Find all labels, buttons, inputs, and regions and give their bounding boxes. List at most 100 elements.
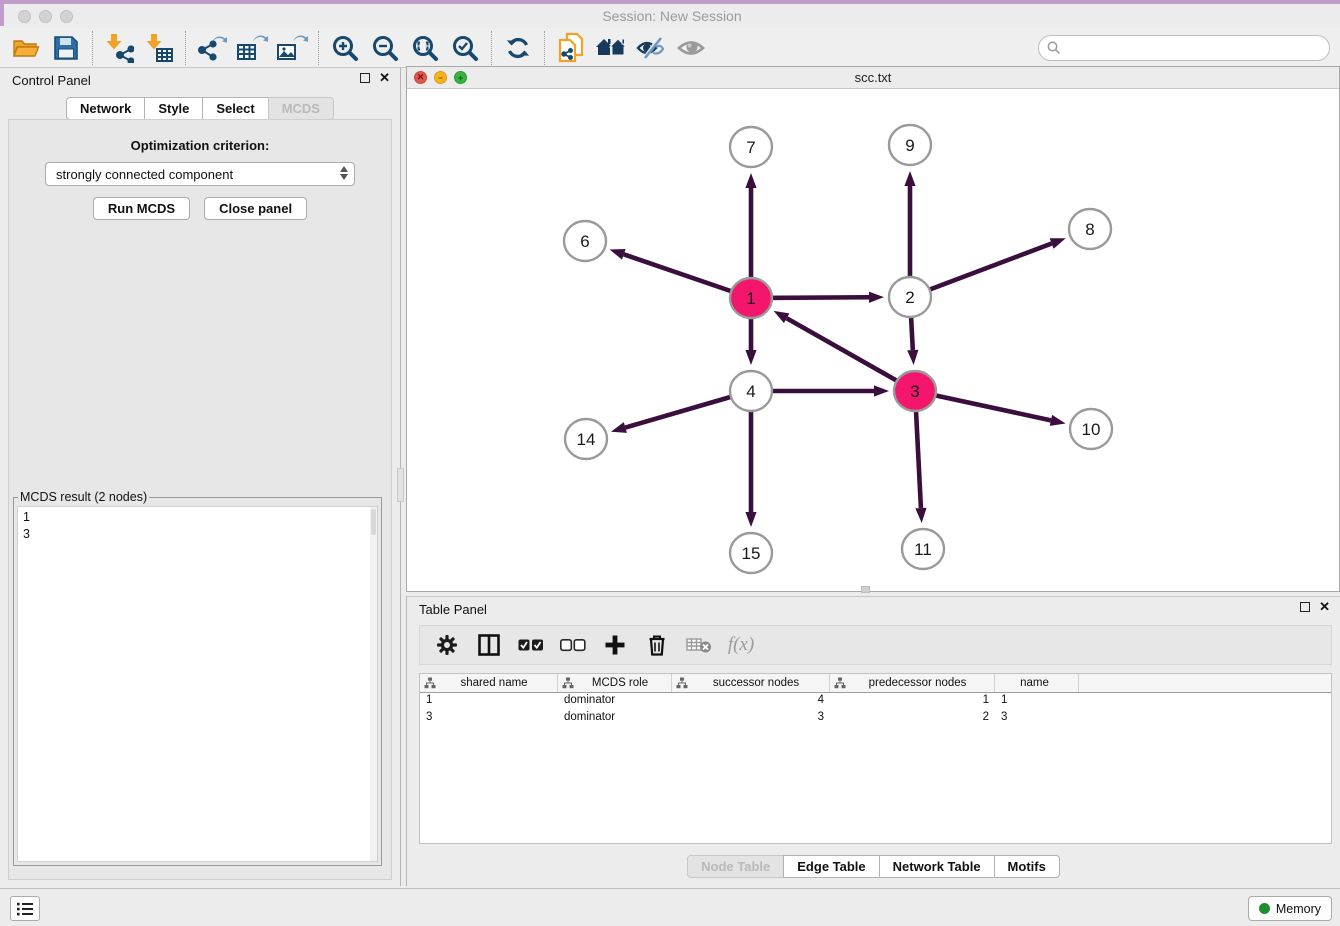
hide-details-button[interactable] [631, 30, 671, 66]
graph-node-14[interactable]: 14 [565, 419, 607, 459]
table-cell[interactable]: 1 [830, 693, 995, 710]
control-panel-title: Control Panel [12, 73, 91, 88]
mcds-result-scrollbar[interactable] [370, 507, 377, 861]
graph-node-1[interactable]: 1 [730, 278, 772, 318]
vertical-splitter-grip[interactable] [397, 468, 404, 502]
tab-network-table[interactable]: Network Table [879, 855, 995, 878]
dropdown-value: strongly connected component [56, 167, 233, 182]
optimization-criterion-select[interactable]: strongly connected component [45, 162, 355, 186]
table-cell[interactable]: 1 [995, 693, 1079, 710]
tab-edge-table[interactable]: Edge Table [783, 855, 879, 878]
toolbar-separator [185, 31, 186, 65]
network-graph: 7 9 6 8 1 2 4 3 14 10 15 11 [407, 89, 1339, 591]
toolbar-separator [318, 31, 319, 65]
edge-arrowhead [904, 171, 915, 186]
titlebar: Session: New Session [4, 4, 1340, 28]
close-panel-icon[interactable]: ✕ [379, 73, 390, 83]
split-view-button[interactable] [470, 628, 508, 662]
graph-node-3[interactable]: 3 [894, 371, 936, 411]
graph-node-7[interactable]: 7 [730, 127, 772, 167]
table-cell[interactable]: dominator [558, 693, 672, 710]
run-mcds-button[interactable]: Run MCDS [93, 197, 190, 220]
apply-layout-button[interactable] [498, 30, 538, 66]
zoom-fit-button[interactable] [405, 30, 445, 66]
show-details-button[interactable] [671, 30, 711, 66]
add-column-button[interactable] [596, 628, 634, 662]
edge-3-1[interactable] [787, 318, 915, 391]
graph-node-6[interactable]: 6 [564, 221, 606, 261]
tab-select[interactable]: Select [202, 97, 268, 120]
table-row[interactable]: 3dominator323 [420, 710, 1331, 727]
export-image-button[interactable] [272, 30, 312, 66]
mcds-result-box[interactable]: 1 3 [17, 506, 378, 862]
column-header-name[interactable]: name [995, 674, 1079, 692]
table-row[interactable]: 1dominator411 [420, 693, 1331, 710]
graph-node-2[interactable]: 2 [889, 277, 931, 317]
export-network-button[interactable] [192, 30, 232, 66]
deselect-all-button[interactable] [554, 628, 592, 662]
memory-status-icon [1259, 903, 1270, 914]
tab-mcds[interactable]: MCDS [268, 97, 334, 120]
tab-motifs[interactable]: Motifs [994, 855, 1060, 878]
graph-node-10[interactable]: 10 [1070, 409, 1112, 449]
zoom-in-icon [331, 34, 359, 62]
column-settings-button[interactable] [428, 628, 466, 662]
import-network-button[interactable] [99, 30, 139, 66]
first-neighbors-button[interactable] [591, 30, 631, 66]
table-cell[interactable]: 3 [420, 710, 558, 727]
show-panels-button[interactable] [10, 896, 40, 921]
clone-network-button[interactable] [551, 30, 591, 66]
network-canvas[interactable]: 7 9 6 8 1 2 4 3 14 10 15 11 [407, 89, 1339, 591]
table-panel-header: Table Panel ✕ [407, 597, 1340, 621]
table-cell[interactable]: 1 [420, 693, 558, 710]
table-cell[interactable]: 3 [672, 710, 830, 727]
tab-style[interactable]: Style [144, 97, 203, 120]
network-window-title: scc.txt [407, 70, 1339, 85]
table-cell[interactable]: dominator [558, 710, 672, 727]
open-file-button[interactable] [6, 30, 46, 66]
svg-text:4: 4 [746, 382, 755, 401]
control-panel-header: Control Panel ✕ [0, 68, 400, 92]
table-panel: Table Panel ✕ [406, 596, 1340, 886]
graph-node-11[interactable]: 11 [902, 529, 944, 569]
graph-node-15[interactable]: 15 [730, 533, 772, 573]
edge-arrowhead [907, 350, 918, 365]
tab-network[interactable]: Network [66, 97, 145, 120]
float-panel-icon[interactable] [360, 73, 370, 83]
table-body: 1dominator4113dominator323 [420, 693, 1331, 727]
edge-arrowhead [745, 350, 756, 365]
table-panel-title: Table Panel [419, 602, 487, 617]
close-panel-button[interactable]: Close panel [204, 197, 307, 220]
edge-2-8[interactable] [910, 243, 1052, 297]
search-input[interactable] [1065, 41, 1329, 56]
table-cell[interactable]: 2 [830, 710, 995, 727]
table-cell[interactable]: 3 [995, 710, 1079, 727]
graph-node-4[interactable]: 4 [730, 371, 772, 411]
column-header-predecessor-nodes[interactable]: predecessor nodes [830, 674, 995, 692]
zoom-selected-button[interactable] [445, 30, 485, 66]
export-table-icon [236, 33, 268, 63]
column-header-successor-nodes[interactable]: successor nodes [672, 674, 830, 692]
graph-node-9[interactable]: 9 [889, 125, 931, 165]
column-header-shared-name[interactable]: shared name [420, 674, 558, 692]
zoom-out-button[interactable] [365, 30, 405, 66]
horizontal-splitter-grip[interactable] [861, 586, 870, 593]
graph-node-8[interactable]: 8 [1069, 209, 1111, 249]
import-table-button[interactable] [139, 30, 179, 66]
tab-node-table[interactable]: Node Table [687, 855, 784, 878]
delete-column-button[interactable] [638, 628, 676, 662]
memory-button[interactable]: Memory [1248, 896, 1332, 921]
select-all-button[interactable] [512, 628, 550, 662]
table-cell[interactable]: 4 [672, 693, 830, 710]
mcds-tab-content: Optimization criterion: strongly connect… [8, 119, 392, 880]
close-table-panel-icon[interactable]: ✕ [1319, 602, 1330, 612]
save-session-button[interactable] [46, 30, 86, 66]
export-table-button[interactable] [232, 30, 272, 66]
zoom-in-button[interactable] [325, 30, 365, 66]
table-panel-tabs: Node TableEdge TableNetwork TableMotifs [407, 855, 1340, 878]
float-table-panel-icon[interactable] [1300, 602, 1310, 612]
function-builder-button[interactable]: f(x) [722, 628, 760, 662]
column-header-MCDS-role[interactable]: MCDS role [558, 674, 672, 692]
delete-table-button[interactable] [680, 628, 718, 662]
edge-arrowhead [874, 385, 889, 396]
